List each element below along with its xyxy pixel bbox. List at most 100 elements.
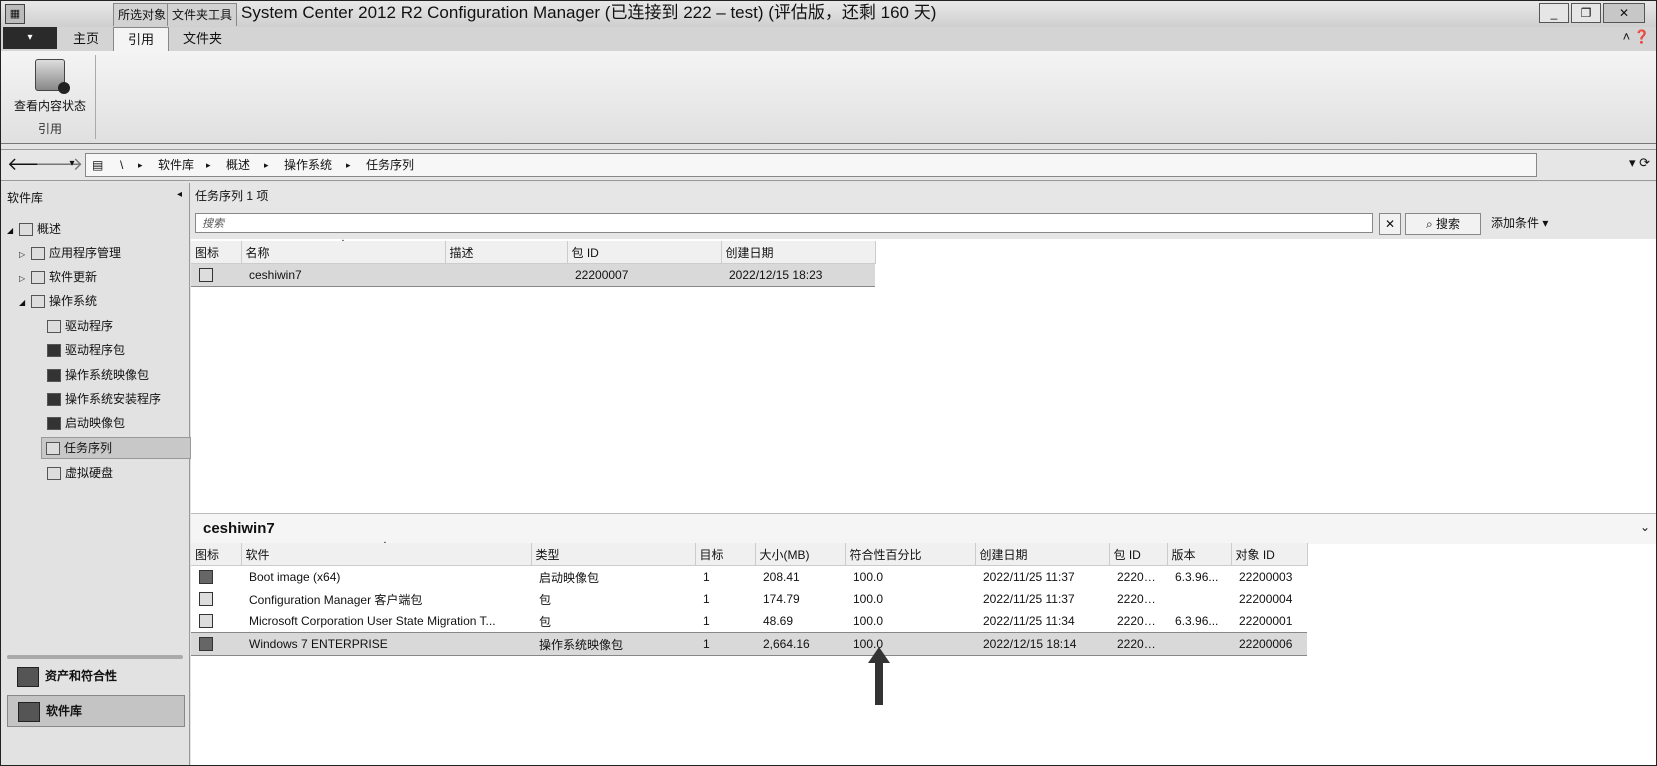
cell-date-created: 2022/12/15 18:14 [975, 632, 1109, 656]
breadcrumb-task-sequences[interactable]: 任务序列 [366, 154, 414, 176]
breadcrumb-separator[interactable]: ▸ [138, 154, 143, 176]
table-row[interactable]: Microsoft Corporation User State Migrati… [191, 610, 1307, 633]
file-menu-button[interactable]: ▾ [3, 27, 57, 49]
search-button[interactable]: ⌕ 搜索 [1405, 213, 1481, 235]
column-header-date-created[interactable]: 创建日期 [975, 543, 1110, 566]
tree-item-label: 概述 [37, 222, 62, 236]
refresh-icon[interactable]: ▾ ⟳ [1629, 155, 1650, 171]
tree-item-virtual-hard-disks[interactable]: 虚拟硬盘 [47, 463, 113, 483]
tree-item-os-images[interactable]: 操作系统映像包 [47, 365, 149, 385]
tree-item-overview[interactable]: ◢ 概述 [7, 219, 61, 239]
virtual-disk-icon [47, 467, 61, 481]
context-tab-folder-tools[interactable]: 文件夹工具 [167, 3, 238, 26]
tree-item-software-updates[interactable]: ▷ 软件更新 [19, 267, 97, 287]
close-button[interactable]: ✕ [1603, 3, 1645, 23]
collapse-detail-icon[interactable]: ⌄ [1640, 520, 1650, 534]
cell-date-created: 2022/11/25 11:37 [983, 570, 1075, 584]
cell-software: Windows 7 ENTERPRISE [241, 632, 531, 656]
expand-arrow-icon[interactable]: ▷ [19, 245, 31, 265]
content-status-icon [35, 59, 70, 94]
column-header-type[interactable]: 类型 [531, 543, 696, 566]
column-header-icon[interactable]: 图标 [191, 543, 242, 566]
column-header-software[interactable]: 软件 [241, 543, 532, 566]
expand-arrow-icon[interactable]: ◢ [19, 293, 31, 313]
cell-object-id: 22200004 [1239, 592, 1293, 606]
table-row[interactable]: Windows 7 ENTERPRISE 操作系统映像包 1 2,664.16 … [191, 632, 1307, 656]
cell-date-created: 2022/11/25 11:34 [983, 614, 1075, 628]
expand-arrow-icon[interactable]: ◢ [7, 221, 19, 241]
address-bar: 🡐 🡒 ▾ ▤ \ ▸ 软件库 ▸ 概述 ▸ 操作系统 ▸ 任务序列 ▾ ⟳ [1, 149, 1656, 181]
workspace-assets-compliance[interactable]: 资产和符合性 [7, 661, 183, 691]
expand-arrow-icon[interactable]: ▷ [19, 269, 31, 289]
assets-compliance-icon [17, 666, 39, 687]
workspace-splitter[interactable] [7, 655, 183, 659]
context-tab-selected-object[interactable]: 所选对象 [113, 3, 172, 26]
ribbon-group-reference: 查看内容状态 引用 [5, 55, 96, 139]
breadcrumb-operating-systems[interactable]: 操作系统 [284, 154, 332, 176]
add-criteria-button[interactable]: 添加条件 ▾ [1491, 213, 1548, 233]
references-table: 图标 软件 类型 目标 大小(MB) 符合性百分比 创建日期 包 ID 版本 对… [191, 543, 1308, 656]
column-header-name[interactable]: 名称 [241, 241, 446, 264]
breadcrumb[interactable]: ▤ \ ▸ 软件库 ▸ 概述 ▸ 操作系统 ▸ 任务序列 [85, 153, 1537, 177]
breadcrumb-separator[interactable]: ▸ [206, 154, 211, 176]
search-input[interactable]: 搜索 [195, 213, 1373, 233]
cell-size: 208.41 [763, 570, 800, 584]
restore-button[interactable]: ❐ [1571, 3, 1601, 23]
cell-name: ceshiwin7 [241, 263, 445, 287]
tree-item-drivers[interactable]: 驱动程序 [47, 316, 113, 336]
cell-package-id: 22200... [1117, 614, 1161, 628]
view-content-status-button[interactable]: 查看内容状态 [5, 59, 95, 114]
table-row[interactable]: Boot image (x64) 启动映像包 1 208.41 100.0 20… [191, 566, 1307, 589]
cell-software: Microsoft Corporation User State Migrati… [249, 614, 496, 628]
os-installer-icon [47, 393, 61, 407]
tab-home[interactable]: 主页 [59, 27, 113, 50]
tree-item-label: 操作系统安装程序 [65, 392, 162, 406]
tab-folder[interactable]: 文件夹 [169, 27, 236, 50]
minimize-button[interactable]: _ [1539, 3, 1569, 23]
history-dropdown-icon[interactable]: ▾ [61, 154, 83, 174]
back-icon[interactable]: 🡐 [7, 154, 55, 174]
column-header-size[interactable]: 大小(MB) [755, 543, 846, 566]
annotation-arrow-icon [868, 647, 890, 705]
tree-item-task-sequences[interactable]: 任务序列 [41, 437, 191, 459]
title-bar: ▦ 所选对象 文件夹工具 System Center 2012 R2 Confi… [1, 1, 1656, 28]
cell-object-id: 22200006 [1231, 632, 1307, 656]
collapse-nav-icon[interactable]: ◂ [177, 189, 182, 200]
tree-item-os-installers[interactable]: 操作系统安装程序 [47, 389, 161, 409]
tree-item-label: 驱动程序 [65, 319, 114, 333]
column-header-version[interactable]: 版本 [1167, 543, 1232, 566]
cell-compliance-percent: 100.0 [853, 570, 884, 584]
tab-reference[interactable]: 引用 [113, 27, 170, 52]
column-header-date-created[interactable]: 创建日期 [721, 241, 876, 264]
breadcrumb-icon: ▤ [92, 158, 104, 172]
breadcrumb-overview[interactable]: 概述 [226, 154, 250, 176]
breadcrumb-separator[interactable]: ▸ [264, 154, 269, 176]
tree-item-driver-packages[interactable]: 驱动程序包 [47, 340, 125, 360]
column-header-targeted[interactable]: 目标 [695, 543, 756, 566]
workspace-software-library[interactable]: 软件库 [7, 695, 185, 727]
table-row[interactable]: Configuration Manager 客户端包 包 1 174.79 10… [191, 588, 1307, 610]
app-window: ▦ 所选对象 文件夹工具 System Center 2012 R2 Confi… [0, 0, 1657, 766]
driver-package-icon [47, 344, 61, 358]
app-menu-icon[interactable]: ▦ [5, 4, 25, 24]
cell-package-id: 22200007 [567, 263, 721, 287]
tree-item-operating-systems[interactable]: ◢ 操作系统 [19, 291, 97, 311]
breadcrumb-separator[interactable]: ▸ [346, 154, 351, 176]
forward-icon[interactable]: 🡒 [35, 154, 83, 174]
column-header-compliance-percent[interactable]: 符合性百分比 [845, 543, 976, 566]
tree-item-boot-images[interactable]: 启动映像包 [47, 413, 125, 433]
ribbon-minimize-help[interactable]: ˄ ❓ [1623, 29, 1650, 45]
clear-search-button[interactable]: ✕ [1379, 213, 1401, 235]
table-row[interactable]: ceshiwin7 22200007 2022/12/15 18:23 [191, 263, 875, 287]
column-header-package-id[interactable]: 包 ID [567, 241, 722, 264]
tree-item-label: 启动映像包 [65, 416, 126, 430]
cell-package-id: 22200... [1117, 570, 1161, 584]
breadcrumb-software-library[interactable]: 软件库 [158, 154, 194, 176]
column-header-description[interactable]: 描述 [445, 241, 568, 264]
column-header-package-id[interactable]: 包 ID [1109, 543, 1168, 566]
column-header-icon[interactable]: 图标 [191, 241, 242, 264]
tree-item-application-management[interactable]: ▷ 应用程序管理 [19, 243, 121, 263]
ribbon-group-label: 引用 [37, 122, 62, 136]
breadcrumb-root[interactable]: \ [120, 154, 123, 176]
column-header-object-id[interactable]: 对象 ID [1231, 543, 1308, 566]
